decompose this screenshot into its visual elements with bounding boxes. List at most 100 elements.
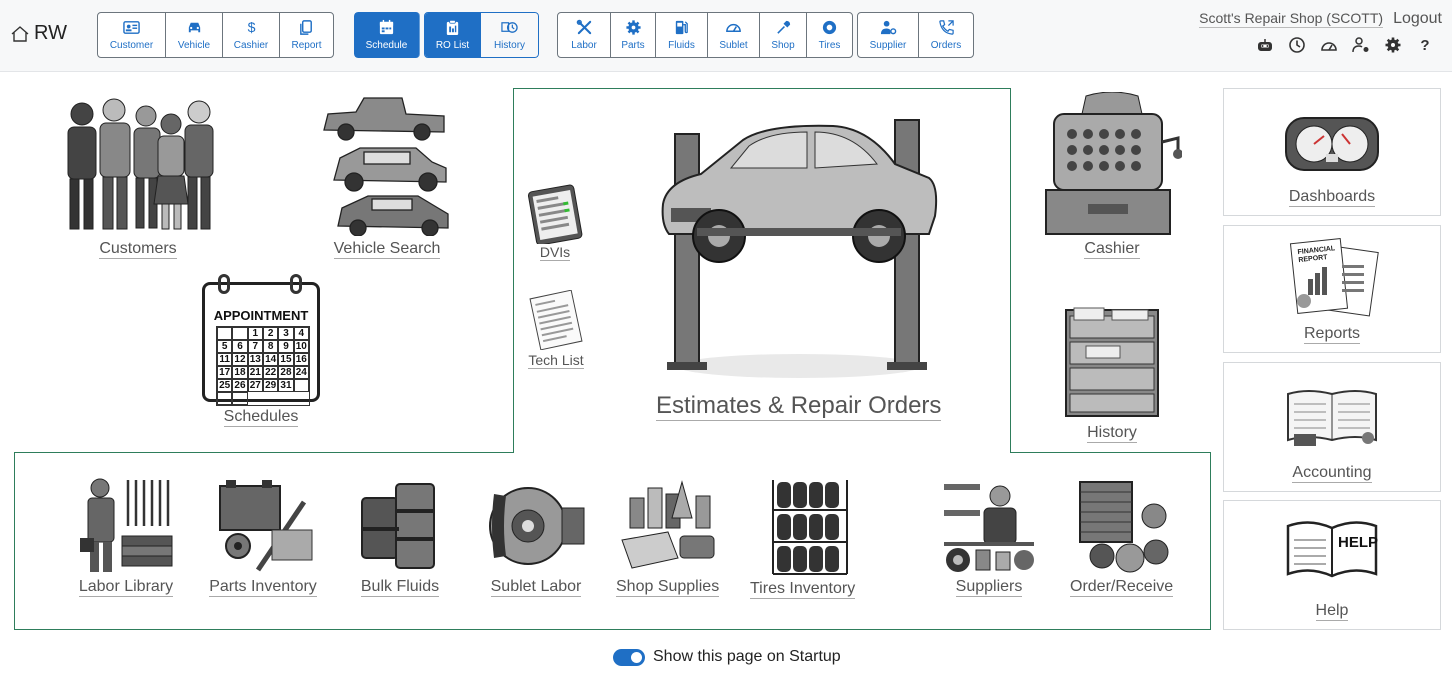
dashboard-gauges-icon bbox=[1285, 117, 1379, 171]
supplier-button[interactable]: Supplier bbox=[858, 13, 919, 57]
schedule-button-label: Schedule bbox=[365, 40, 408, 51]
orders-button-label: Orders bbox=[930, 40, 962, 51]
calendar-day-cell: 6 bbox=[232, 340, 248, 353]
parts-inventory-label: Parts Inventory bbox=[209, 578, 317, 597]
tires-button-label: Tires bbox=[818, 40, 841, 51]
calendar-day-cell: 4 bbox=[293, 327, 309, 340]
dashboards-card[interactable]: Dashboards bbox=[1223, 88, 1441, 216]
calendar-day-cell: 25 bbox=[217, 379, 233, 392]
wrench-screwdriver-icon bbox=[576, 19, 591, 35]
help-label: Help bbox=[1315, 602, 1349, 621]
dashboard-icon[interactable] bbox=[1320, 36, 1338, 54]
labor-library-tile[interactable]: Labor Library bbox=[78, 476, 174, 597]
estimates-repair-orders-tile[interactable]: Estimates & Repair Orders bbox=[656, 116, 942, 421]
logout-link[interactable]: Logout bbox=[1393, 10, 1442, 28]
vehicle-button[interactable]: Vehicle bbox=[166, 13, 223, 57]
ro-list-button[interactable]: RO List bbox=[425, 13, 481, 57]
tech-list-clipboard-illustration bbox=[527, 290, 585, 350]
fluids-button[interactable]: Fluids bbox=[656, 13, 708, 57]
dvis-tile[interactable]: DVIs bbox=[526, 184, 584, 261]
tires-inventory-label: Tires Inventory bbox=[750, 580, 856, 599]
reports-card[interactable]: FINANCIAL REPORT Reports bbox=[1223, 225, 1441, 353]
order-receive-tile[interactable]: Order/Receive bbox=[1070, 478, 1174, 597]
tire-rack-illustration bbox=[757, 478, 849, 576]
calendar-day-cell bbox=[293, 379, 309, 392]
cashier-button[interactable]: $ Cashier bbox=[223, 13, 280, 57]
calendar-day-cell bbox=[232, 392, 248, 405]
dollar-icon: $ bbox=[247, 20, 255, 36]
tech-list-tile[interactable]: Tech List bbox=[527, 290, 585, 369]
parts-counter-illustration bbox=[942, 480, 1036, 574]
accounting-card[interactable]: Accounting bbox=[1223, 362, 1441, 492]
shop-supplies-illustration bbox=[618, 478, 718, 574]
reports-label: Reports bbox=[1303, 325, 1361, 344]
sublet-button[interactable]: Sublet bbox=[708, 13, 760, 57]
labor-library-label: Labor Library bbox=[78, 578, 174, 597]
calendar-day-cell: 28 bbox=[278, 366, 294, 379]
tire-icon bbox=[822, 20, 837, 35]
cashier-tile[interactable]: Cashier bbox=[1042, 92, 1182, 259]
parts-button[interactable]: Parts bbox=[611, 13, 656, 57]
calendar-day-cell: 13 bbox=[247, 353, 263, 366]
cash-register-illustration bbox=[1042, 92, 1182, 236]
settings-gear-icon[interactable] bbox=[1384, 36, 1402, 54]
dashboards-label: Dashboards bbox=[1288, 188, 1376, 207]
labor-button[interactable]: Labor bbox=[558, 13, 611, 57]
history-button-label: History bbox=[493, 40, 526, 51]
person-gear-icon bbox=[880, 20, 896, 35]
phone-outgoing-icon bbox=[938, 20, 954, 35]
oil-drums-illustration bbox=[358, 480, 442, 574]
schedules-label: Schedules bbox=[223, 408, 299, 427]
customers-tile[interactable]: Customers bbox=[58, 94, 218, 259]
schedule-button[interactable]: Schedule bbox=[354, 12, 420, 58]
calendar-day-cell: 21 bbox=[247, 366, 263, 379]
vehicles-illustration bbox=[320, 92, 454, 236]
report-button[interactable]: Report bbox=[280, 13, 333, 57]
help-book-icon: HELP bbox=[1284, 516, 1380, 580]
calendar-day-cell: 18 bbox=[232, 366, 248, 379]
vehicle-search-tile[interactable]: Vehicle Search bbox=[320, 92, 454, 259]
calendar-day-cell: 14 bbox=[262, 353, 279, 366]
shop-account-link[interactable]: Scott's Repair Shop (SCOTT) bbox=[1199, 10, 1384, 28]
mechanic-tools-illustration bbox=[78, 476, 174, 574]
history-tile[interactable]: History bbox=[1056, 306, 1168, 443]
calendar-day-cell: 11 bbox=[217, 353, 233, 366]
help-card[interactable]: HELP Help bbox=[1223, 500, 1441, 630]
robot-icon[interactable] bbox=[1256, 36, 1274, 54]
cashier-button-label: Cashier bbox=[233, 40, 269, 51]
brand-home-link[interactable]: RW bbox=[10, 22, 67, 45]
startup-toggle-row: Show this page on Startup bbox=[613, 648, 841, 666]
appointment-calendar-illustration: APPOINTMENT 1 2 3 4 5 6 7 8 9 10 11 12 13 14 15 16 17 18 2… bbox=[198, 272, 324, 406]
customer-button[interactable]: Customer bbox=[98, 13, 166, 57]
vehicle-button-label: Vehicle bbox=[177, 40, 211, 51]
sublet-labor-tile[interactable]: Sublet Labor bbox=[486, 478, 586, 597]
bulk-fluids-tile[interactable]: Bulk Fluids bbox=[358, 480, 442, 597]
history-button[interactable]: History bbox=[481, 13, 538, 57]
sublet-button-label: Sublet bbox=[719, 40, 748, 51]
history-icon bbox=[501, 22, 518, 33]
parts-inventory-tile[interactable]: Parts Inventory bbox=[208, 476, 318, 597]
tires-button[interactable]: Tires bbox=[807, 13, 852, 57]
clipboard-icon bbox=[446, 20, 459, 36]
toolbar-group-inventory: Labor Parts Fluids Sublet Shop Tires bbox=[557, 12, 853, 58]
orders-button[interactable]: Orders bbox=[919, 13, 973, 57]
tires-inventory-tile[interactable]: Tires Inventory bbox=[750, 478, 856, 599]
fuel-pump-icon bbox=[675, 20, 688, 35]
calendar-day-cell: 17 bbox=[217, 366, 233, 379]
shop-supplies-tile[interactable]: Shop Supplies bbox=[616, 478, 720, 597]
shop-button[interactable]: Shop bbox=[760, 13, 807, 57]
suppliers-tile[interactable]: Suppliers bbox=[942, 480, 1036, 597]
calendar-day-cell: 16 bbox=[293, 353, 309, 366]
id-card-icon bbox=[123, 21, 140, 34]
customer-button-label: Customer bbox=[109, 40, 154, 51]
shop-button-label: Shop bbox=[771, 40, 795, 51]
clock-icon[interactable] bbox=[1288, 36, 1306, 54]
help-icon[interactable]: ? bbox=[1416, 36, 1434, 54]
startup-toggle-switch[interactable] bbox=[613, 648, 645, 666]
startup-toggle-label[interactable]: Show this page on Startup bbox=[653, 648, 841, 666]
user-gear-icon[interactable] bbox=[1352, 36, 1370, 54]
calendar-day-cell: 7 bbox=[247, 340, 263, 353]
order-receive-label: Order/Receive bbox=[1070, 578, 1174, 597]
schedules-tile[interactable]: APPOINTMENT 1 2 3 4 5 6 7 8 9 10 11 12 13 14 15 16 17 18 2… bbox=[198, 272, 324, 427]
utility-icons: ? bbox=[1256, 36, 1434, 54]
